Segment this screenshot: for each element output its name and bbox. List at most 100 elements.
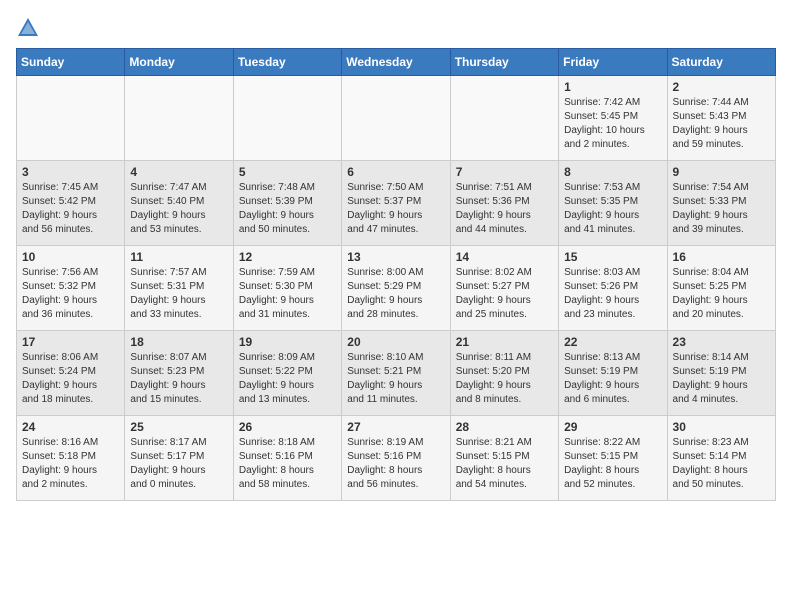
page-header <box>16 16 776 40</box>
day-number: 13 <box>347 250 444 264</box>
day-number: 25 <box>130 420 227 434</box>
day-info: Sunrise: 8:19 AM Sunset: 5:16 PM Dayligh… <box>347 436 444 492</box>
table-row: 10 Sunrise: 7:56 AM Sunset: 5:32 PM Dayli… <box>17 246 125 331</box>
day-info: Sunrise: 7:51 AM Sunset: 5:36 PM Dayligh… <box>456 181 553 237</box>
table-row: 12 Sunrise: 7:59 AM Sunset: 5:30 PM Dayli… <box>233 246 341 331</box>
table-row: 2Sunrise: 7:44 AM Sunset: 5:43 PM Daylig… <box>667 76 775 161</box>
day-number: 30 <box>673 420 770 434</box>
table-row: 21 Sunrise: 8:11 AM Sunset: 5:20 PM Dayli… <box>450 331 558 416</box>
day-info: Sunrise: 8:10 AM Sunset: 5:21 PM Dayligh… <box>347 351 444 407</box>
day-info: Sunrise: 8:14 AM Sunset: 5:19 PM Dayligh… <box>673 351 770 407</box>
day-info: Sunrise: 8:22 AM Sunset: 5:15 PM Dayligh… <box>564 436 661 492</box>
day-number: 7 <box>456 165 553 179</box>
weekday-header-wednesday: Wednesday <box>342 49 450 76</box>
table-row: 5 Sunrise: 7:48 AM Sunset: 5:39 PM Daylig… <box>233 161 341 246</box>
week-row-3: 10 Sunrise: 7:56 AM Sunset: 5:32 PM Dayli… <box>17 246 776 331</box>
table-row: 24Sunrise: 8:16 AM Sunset: 5:18 PM Dayli… <box>17 416 125 501</box>
day-number: 23 <box>673 335 770 349</box>
table-row: 3 Sunrise: 7:45 AM Sunset: 5:42 PM Daylig… <box>17 161 125 246</box>
table-row: 8 Sunrise: 7:53 AM Sunset: 5:35 PM Daylig… <box>559 161 667 246</box>
table-row: 22 Sunrise: 8:13 AM Sunset: 5:19 PM Dayli… <box>559 331 667 416</box>
table-row: 25Sunrise: 8:17 AM Sunset: 5:17 PM Dayli… <box>125 416 233 501</box>
weekday-header-row: SundayMondayTuesdayWednesdayThursdayFrid… <box>17 49 776 76</box>
day-number: 16 <box>673 250 770 264</box>
day-info: Sunrise: 8:23 AM Sunset: 5:14 PM Dayligh… <box>673 436 770 492</box>
table-row: 30 Sunrise: 8:23 AM Sunset: 5:14 PM Dayli… <box>667 416 775 501</box>
day-info: Sunrise: 8:00 AM Sunset: 5:29 PM Dayligh… <box>347 266 444 322</box>
day-info: Sunrise: 8:04 AM Sunset: 5:25 PM Dayligh… <box>673 266 770 322</box>
day-number: 11 <box>130 250 227 264</box>
table-row: 23 Sunrise: 8:14 AM Sunset: 5:19 PM Dayli… <box>667 331 775 416</box>
day-number: 1 <box>564 80 661 94</box>
table-row: 27 Sunrise: 8:19 AM Sunset: 5:16 PM Dayli… <box>342 416 450 501</box>
logo-icon <box>16 16 40 40</box>
day-number: 15 <box>564 250 661 264</box>
day-info: Sunrise: 7:47 AM Sunset: 5:40 PM Dayligh… <box>130 181 227 237</box>
table-row <box>342 76 450 161</box>
day-info: Sunrise: 7:45 AM Sunset: 5:42 PM Dayligh… <box>22 181 119 237</box>
day-number: 2 <box>673 80 770 94</box>
table-row: 1 Sunrise: 7:42 AM Sunset: 5:45 PM Daylig… <box>559 76 667 161</box>
weekday-header-saturday: Saturday <box>667 49 775 76</box>
day-info: Sunrise: 8:03 AM Sunset: 5:26 PM Dayligh… <box>564 266 661 322</box>
weekday-header-monday: Monday <box>125 49 233 76</box>
table-row: 20Sunrise: 8:10 AM Sunset: 5:21 PM Dayli… <box>342 331 450 416</box>
table-row: 26 Sunrise: 8:18 AM Sunset: 5:16 PM Dayli… <box>233 416 341 501</box>
day-info: Sunrise: 8:21 AM Sunset: 5:15 PM Dayligh… <box>456 436 553 492</box>
table-row <box>450 76 558 161</box>
day-info: Sunrise: 8:13 AM Sunset: 5:19 PM Dayligh… <box>564 351 661 407</box>
day-info: Sunrise: 8:18 AM Sunset: 5:16 PM Dayligh… <box>239 436 336 492</box>
week-row-5: 24Sunrise: 8:16 AM Sunset: 5:18 PM Dayli… <box>17 416 776 501</box>
weekday-header-friday: Friday <box>559 49 667 76</box>
table-row: 28 Sunrise: 8:21 AM Sunset: 5:15 PM Dayli… <box>450 416 558 501</box>
table-row: 16 Sunrise: 8:04 AM Sunset: 5:25 PM Dayli… <box>667 246 775 331</box>
table-row: 18 Sunrise: 8:07 AM Sunset: 5:23 PM Dayli… <box>125 331 233 416</box>
day-info: Sunrise: 8:02 AM Sunset: 5:27 PM Dayligh… <box>456 266 553 322</box>
day-info: Sunrise: 8:09 AM Sunset: 5:22 PM Dayligh… <box>239 351 336 407</box>
day-number: 9 <box>673 165 770 179</box>
day-number: 21 <box>456 335 553 349</box>
table-row: 29Sunrise: 8:22 AM Sunset: 5:15 PM Dayli… <box>559 416 667 501</box>
calendar-header: SundayMondayTuesdayWednesdayThursdayFrid… <box>17 49 776 76</box>
day-number: 14 <box>456 250 553 264</box>
day-number: 12 <box>239 250 336 264</box>
day-number: 10 <box>22 250 119 264</box>
day-info: Sunrise: 7:42 AM Sunset: 5:45 PM Dayligh… <box>564 96 661 152</box>
table-row <box>17 76 125 161</box>
table-row <box>233 76 341 161</box>
day-info: Sunrise: 7:56 AM Sunset: 5:32 PM Dayligh… <box>22 266 119 322</box>
weekday-header-thursday: Thursday <box>450 49 558 76</box>
table-row: 15 Sunrise: 8:03 AM Sunset: 5:26 PM Dayli… <box>559 246 667 331</box>
day-info: Sunrise: 7:59 AM Sunset: 5:30 PM Dayligh… <box>239 266 336 322</box>
day-info: Sunrise: 8:11 AM Sunset: 5:20 PM Dayligh… <box>456 351 553 407</box>
day-number: 6 <box>347 165 444 179</box>
table-row <box>125 76 233 161</box>
day-number: 18 <box>130 335 227 349</box>
day-info: Sunrise: 8:07 AM Sunset: 5:23 PM Dayligh… <box>130 351 227 407</box>
day-number: 8 <box>564 165 661 179</box>
week-row-4: 17Sunrise: 8:06 AM Sunset: 5:24 PM Dayli… <box>17 331 776 416</box>
day-info: Sunrise: 7:53 AM Sunset: 5:35 PM Dayligh… <box>564 181 661 237</box>
day-number: 27 <box>347 420 444 434</box>
day-number: 19 <box>239 335 336 349</box>
table-row: 4 Sunrise: 7:47 AM Sunset: 5:40 PM Daylig… <box>125 161 233 246</box>
day-info: Sunrise: 7:48 AM Sunset: 5:39 PM Dayligh… <box>239 181 336 237</box>
table-row: 14 Sunrise: 8:02 AM Sunset: 5:27 PM Dayli… <box>450 246 558 331</box>
day-number: 22 <box>564 335 661 349</box>
weekday-header-sunday: Sunday <box>17 49 125 76</box>
day-number: 26 <box>239 420 336 434</box>
table-row: 19 Sunrise: 8:09 AM Sunset: 5:22 PM Dayli… <box>233 331 341 416</box>
day-number: 5 <box>239 165 336 179</box>
logo <box>16 16 44 40</box>
day-info: Sunrise: 7:50 AM Sunset: 5:37 PM Dayligh… <box>347 181 444 237</box>
day-number: 3 <box>22 165 119 179</box>
table-row: 7 Sunrise: 7:51 AM Sunset: 5:36 PM Daylig… <box>450 161 558 246</box>
week-row-1: 1 Sunrise: 7:42 AM Sunset: 5:45 PM Daylig… <box>17 76 776 161</box>
day-number: 17 <box>22 335 119 349</box>
table-row: 11Sunrise: 7:57 AM Sunset: 5:31 PM Dayli… <box>125 246 233 331</box>
day-info: Sunrise: 7:54 AM Sunset: 5:33 PM Dayligh… <box>673 181 770 237</box>
day-number: 24 <box>22 420 119 434</box>
day-number: 28 <box>456 420 553 434</box>
table-row: 6 Sunrise: 7:50 AM Sunset: 5:37 PM Daylig… <box>342 161 450 246</box>
day-number: 4 <box>130 165 227 179</box>
